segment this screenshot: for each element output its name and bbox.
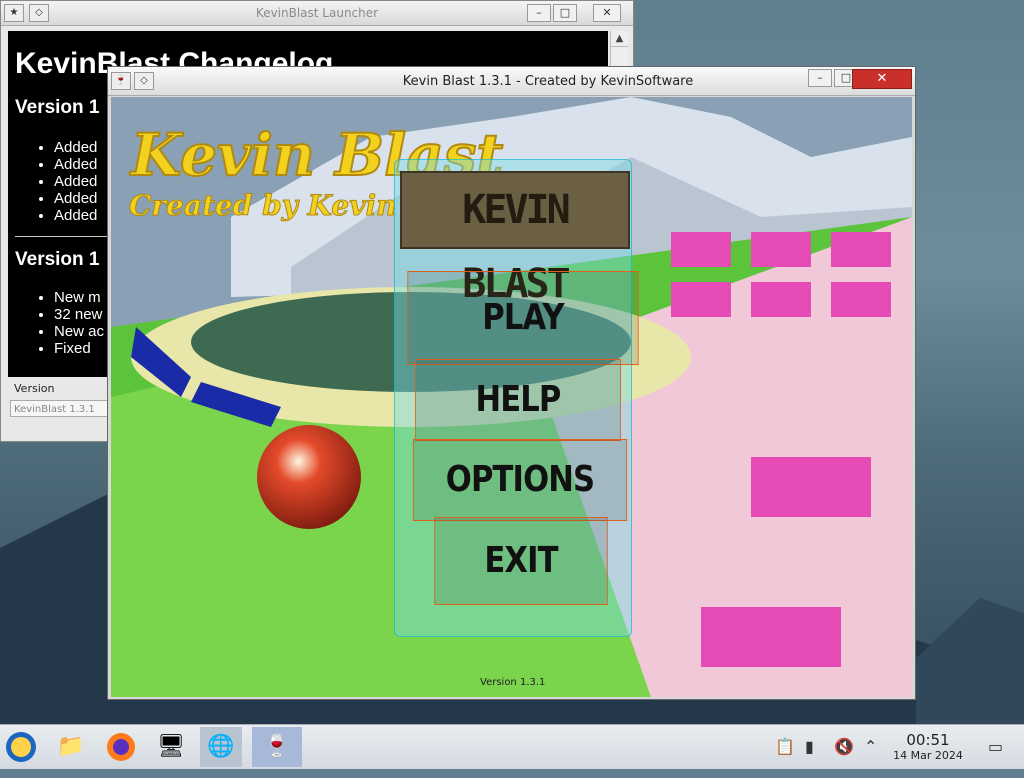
exit-button[interactable]: EXIT <box>434 517 608 605</box>
battery-icon[interactable]: ▮ <box>805 737 814 756</box>
game-version: Version 1.3.1 <box>480 677 546 688</box>
help-button[interactable]: HELP <box>415 359 621 441</box>
clipboard-icon[interactable]: 📋 <box>775 737 795 756</box>
version-field[interactable]: KevinBlast 1.3.1 <box>10 400 110 417</box>
wine-icon[interactable]: 🍷 <box>111 72 131 90</box>
file-manager-icon[interactable]: 📁 <box>50 727 92 767</box>
game-window: 🍷 ◇ Kevin Blast 1.3.1 - Created by Kevin… <box>107 66 916 700</box>
firefox-icon[interactable] <box>100 727 142 767</box>
close-button[interactable]: ✕ <box>852 69 912 89</box>
maximize-button[interactable]: □ <box>553 4 577 22</box>
game-scene[interactable]: Kevin Blast Created by Kevin KEVIN BLAST… <box>111 97 912 697</box>
pin-icon[interactable]: ◇ <box>134 72 154 90</box>
version-label: Version <box>14 382 55 395</box>
game-titlebar[interactable]: 🍷 ◇ Kevin Blast 1.3.1 - Created by Kevin… <box>108 67 915 96</box>
clock-time[interactable]: 00:51 <box>890 731 966 749</box>
wine-task[interactable]: 🍷 <box>252 727 302 767</box>
control-panel-icon[interactable]: 🖥 <box>150 727 192 767</box>
show-desktop-icon[interactable]: ▭ <box>988 737 1003 756</box>
play-button[interactable]: PLAY <box>407 271 639 365</box>
logo-subtitle: Created by Kevin <box>129 189 396 222</box>
scroll-up-icon[interactable]: ▲ <box>611 31 628 47</box>
game-banner: KEVIN BLAST <box>400 171 630 307</box>
close-button[interactable]: ✕ <box>593 4 621 22</box>
chevron-up-icon[interactable]: ⌃ <box>864 737 877 756</box>
options-button[interactable]: OPTIONS <box>412 439 628 521</box>
game-title: Kevin Blast 1.3.1 - Created by KevinSoft… <box>402 74 694 89</box>
taskbar: 📁 🖥 🌐 🍷 📋 ▮ 🔇 ⌃ 00:51 14 Mar 2024 ▭ <box>0 724 1024 769</box>
clock-date[interactable]: 14 Mar 2024 <box>882 749 974 762</box>
kevinblast-launcher-task[interactable]: 🌐 <box>200 727 242 767</box>
minimize-button[interactable]: – <box>808 69 832 87</box>
minimize-button[interactable]: – <box>527 4 551 22</box>
start-menu-icon[interactable] <box>0 727 42 767</box>
launcher-titlebar[interactable]: ★ ◇ KevinBlast Launcher – □ ✕ <box>1 1 633 26</box>
mute-icon[interactable]: 🔇 <box>834 737 854 756</box>
